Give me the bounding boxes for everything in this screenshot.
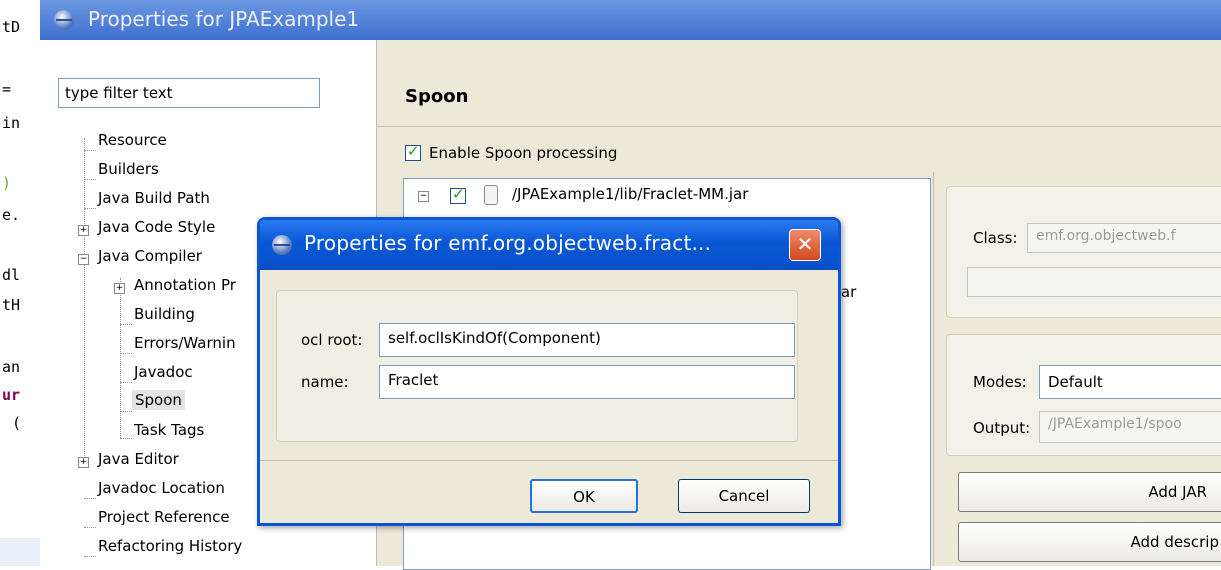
modes-label: Modes: xyxy=(973,373,1027,391)
cancel-button[interactable]: Cancel xyxy=(678,479,810,513)
collapse-minus-icon[interactable]: − xyxy=(78,254,89,265)
ok-button[interactable]: OK xyxy=(530,479,638,513)
class-description-field xyxy=(967,267,1221,297)
tree-item-javadoc-location[interactable]: Javadoc Location xyxy=(98,479,225,497)
code-editor-background: tD = in ) e. dl tH an ur ( xyxy=(0,0,41,566)
editor-fragment: tH xyxy=(2,296,21,314)
collapse-minus-icon[interactable]: − xyxy=(418,191,429,202)
tree-connector xyxy=(84,498,96,499)
tree-item-java-code-style[interactable]: Java Code Style xyxy=(98,218,215,236)
dialog-fields-group: ocl root: self.oclIsKindOf(Component) na… xyxy=(276,290,798,442)
tree-item-refactoring-history[interactable]: Refactoring History xyxy=(98,537,242,555)
name-field[interactable]: Fraclet xyxy=(379,365,795,399)
editor-fragment: tD xyxy=(2,18,21,36)
output-field: /JPAExample1/spoo xyxy=(1039,411,1221,443)
divider xyxy=(377,126,1221,127)
dialog-title: Properties for emf.org.objectweb.fract..… xyxy=(304,231,712,255)
tree-item-java-build-path[interactable]: Java Build Path xyxy=(98,189,210,207)
dialog-titlebar[interactable]: Properties for emf.org.objectweb.fract..… xyxy=(260,220,838,270)
add-descriptor-button[interactable]: Add descrip xyxy=(958,522,1221,562)
expand-plus-icon[interactable]: + xyxy=(78,225,89,236)
ocl-root-label: ocl root: xyxy=(301,331,363,349)
tree-connector xyxy=(120,382,132,383)
output-label: Output: xyxy=(973,419,1031,437)
processor-properties-dialog: Properties for emf.org.objectweb.fract..… xyxy=(257,217,841,526)
tree-item-java-compiler[interactable]: Java Compiler xyxy=(98,247,202,265)
tree-item-annotation-processing[interactable]: Annotation Pr xyxy=(134,276,236,294)
tree-item-building[interactable]: Building xyxy=(134,305,195,323)
tree-item-errors-warnings[interactable]: Errors/Warnin xyxy=(134,334,236,352)
tree-item-javadoc[interactable]: Javadoc xyxy=(134,363,193,381)
tree-item-resource[interactable]: Resource xyxy=(98,131,167,149)
editor-fragment: in xyxy=(2,114,21,132)
tree-connector xyxy=(120,353,132,354)
expand-plus-icon[interactable]: + xyxy=(78,457,89,468)
editor-current-line xyxy=(0,538,40,566)
processor-details-column: Class: emf.org.objectweb.f Modes: Defaul… xyxy=(933,172,1221,566)
enable-spoon-label: Enable Spoon processing xyxy=(429,144,618,162)
add-jar-button[interactable]: Add JAR xyxy=(958,472,1221,512)
class-label: Class: xyxy=(973,229,1018,247)
name-label: name: xyxy=(301,373,349,391)
filter-input[interactable] xyxy=(58,78,320,108)
tree-item-java-editor[interactable]: Java Editor xyxy=(98,450,179,468)
divider xyxy=(260,460,838,461)
tree-connector xyxy=(120,324,132,325)
tree-connector xyxy=(120,411,132,412)
editor-fragment: = xyxy=(2,80,12,98)
expand-plus-icon[interactable]: + xyxy=(114,283,125,294)
class-group: Class: emf.org.objectweb.f xyxy=(946,186,1221,318)
tree-connector xyxy=(84,208,96,209)
page-title: Spoon xyxy=(405,86,469,107)
tree-item-task-tags[interactable]: Task Tags xyxy=(134,421,204,439)
class-field: emf.org.objectweb.f xyxy=(1027,223,1221,253)
jar-icon xyxy=(484,185,498,205)
editor-fragment: e. xyxy=(2,206,21,224)
properties-window-titlebar[interactable]: Properties for JPAExample1 xyxy=(40,0,1221,40)
tree-connector xyxy=(120,438,132,439)
tree-guide xyxy=(84,138,85,460)
modes-combo[interactable]: Default xyxy=(1039,365,1221,399)
enable-spoon-checkbox[interactable] xyxy=(405,142,421,161)
tree-item-project-references[interactable]: Project Reference xyxy=(98,508,230,526)
modes-group: Modes: Default Output: /JPAExample1/spoo xyxy=(946,334,1221,456)
processor-jar-path[interactable]: /JPAExample1/lib/Fraclet-MM.jar xyxy=(512,185,748,203)
editor-fragment: ) xyxy=(2,174,12,192)
tree-item-spoon[interactable]: Spoon xyxy=(132,390,185,410)
editor-fragment: dl xyxy=(2,266,21,284)
editor-fragment: ( xyxy=(12,414,22,432)
eclipse-icon xyxy=(54,10,74,30)
editor-fragment: an xyxy=(2,358,21,376)
tree-connector xyxy=(84,179,96,180)
eclipse-icon xyxy=(272,235,292,255)
processor-checkbox[interactable] xyxy=(450,185,466,204)
tree-connector xyxy=(84,150,96,151)
tree-item-builders[interactable]: Builders xyxy=(98,160,159,178)
editor-fragment: ur xyxy=(2,386,21,404)
window-title: Properties for JPAExample1 xyxy=(88,7,360,31)
tree-connector xyxy=(84,556,96,557)
ocl-root-field[interactable]: self.oclIsKindOf(Component) xyxy=(379,323,795,357)
close-icon[interactable]: ✕ xyxy=(789,229,821,261)
tree-connector xyxy=(84,527,96,528)
tree-guide xyxy=(120,278,121,438)
